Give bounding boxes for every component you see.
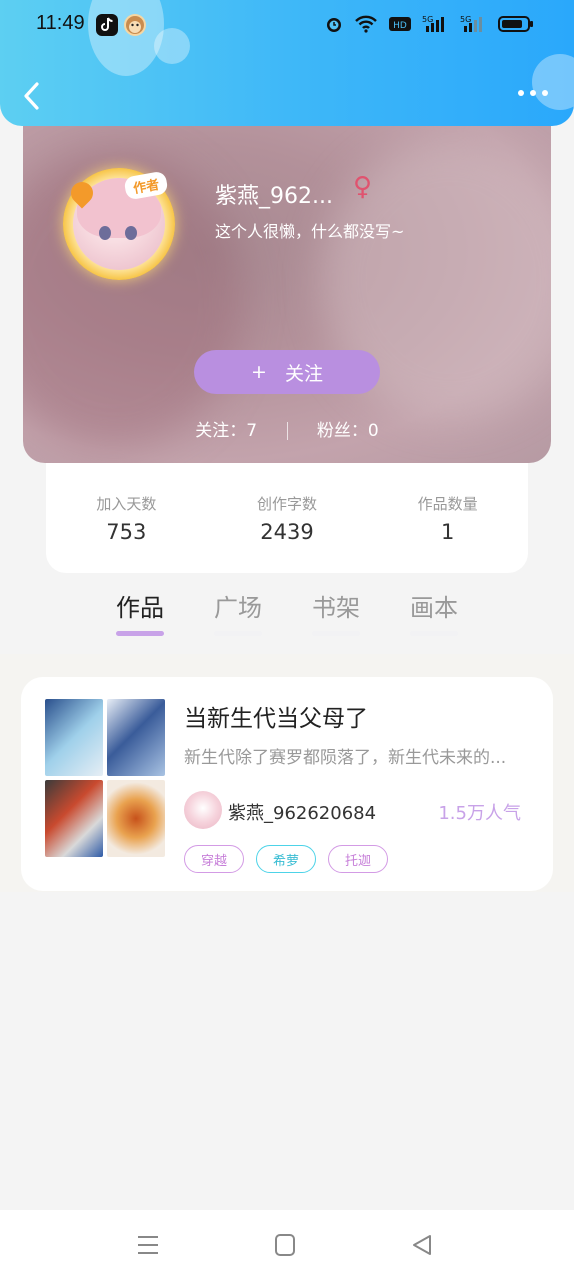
tab-bookshelf[interactable]: 书架 [312,588,360,636]
tab-square[interactable]: 广场 [214,588,262,636]
tab-label: 广场 [214,594,262,622]
wifi-icon [354,14,378,34]
work-card[interactable]: 当新生代当父母了 新生代除了赛罗都陨落了，新生代未来的... 紫燕_962620… [21,677,553,891]
plus-icon: + [251,361,267,383]
status-time: 11:49 [36,12,85,34]
stat-works-count: 作品数量 1 [367,463,528,573]
monkey-app-icon [124,14,146,36]
tab-works[interactable]: 作品 [116,588,164,636]
tab-bar: 作品 广场 书架 画本 [0,588,574,644]
following-count[interactable]: 关注：7 [195,421,257,441]
female-gender-icon: ♀ [353,172,373,202]
followers-count[interactable]: 粉丝：0 [317,421,379,441]
stats-panel: 加入天数 753 创作字数 2439 作品数量 1 [46,463,528,573]
system-nav-bar [0,1210,574,1280]
work-cover-image [45,699,165,857]
home-button[interactable] [271,1232,299,1258]
profile-bio: 这个人很懒，什么都没写~ [215,222,405,241]
tiktok-icon [96,14,118,36]
stat-label: 加入天数 [96,495,157,513]
follow-button-label: 关注 [284,362,323,385]
back-triangle-icon [413,1235,431,1255]
work-author-name: 紫燕_962620684 [228,803,377,824]
tab-indicator [214,631,262,636]
menu-icon [138,1236,158,1254]
stat-join-days: 加入天数 753 [46,463,207,573]
tab-indicator [116,631,164,636]
tag-chip[interactable]: 希萝 [256,845,317,873]
hd-icon: HD [388,14,412,34]
stat-label: 作品数量 [417,495,478,513]
tag-chip[interactable]: 穿越 [184,845,245,873]
author-avatar [184,791,222,829]
tab-indicator [410,631,458,636]
more-button[interactable] [518,90,548,96]
chevron-left-icon [24,82,39,110]
tab-indicator [312,631,360,636]
work-popularity: 1.5万人气 [438,803,521,824]
tab-label: 作品 [116,594,164,622]
signal-5g-icon: 5G [460,14,488,34]
profile-card: 作者 紫燕_962... ♀ 这个人很懒，什么都没写~ + 关注 关注：7 粉丝… [23,110,551,463]
follow-button[interactable]: + 关注 [194,350,380,394]
back-button[interactable] [20,80,46,112]
more-dots-icon [518,90,524,96]
home-square-icon [275,1234,295,1256]
stat-value: 2439 [260,520,314,544]
work-tags: 穿越 希萝 托迦 [184,845,389,873]
stat-value: 1 [440,520,455,544]
status-bar: 11:49 HD 5G 5G [0,0,574,52]
tab-picture-book[interactable]: 画本 [410,588,458,636]
status-icons: HD 5G 5G [324,14,534,34]
follow-counts: 关注：7 粉丝：0 [23,416,551,441]
svg-text:5G: 5G [460,15,471,24]
menu-button[interactable] [134,1232,162,1258]
svg-text:5G: 5G [422,15,433,24]
work-title: 当新生代当父母了 [184,706,368,732]
stat-word-count: 创作字数 2439 [207,463,368,573]
tab-label: 书架 [312,594,360,622]
profile-nickname: 紫燕_962... [215,184,333,209]
signal-5g-icon: 5G [422,14,450,34]
divider [286,422,288,440]
alarm-icon [324,14,344,34]
stat-value: 753 [106,520,147,544]
tab-label: 画本 [410,594,458,622]
decor-bubble [532,54,574,110]
tag-chip[interactable]: 托迦 [328,845,389,873]
stat-label: 创作字数 [257,495,318,513]
avatar[interactable]: 作者 [63,168,175,280]
top-header: 11:49 HD 5G 5G [0,0,574,126]
svg-text:HD: HD [393,21,407,31]
work-description: 新生代除了赛罗都陨落了，新生代未来的... [184,748,507,768]
nav-back-button[interactable] [408,1232,436,1258]
battery-icon [498,14,534,34]
